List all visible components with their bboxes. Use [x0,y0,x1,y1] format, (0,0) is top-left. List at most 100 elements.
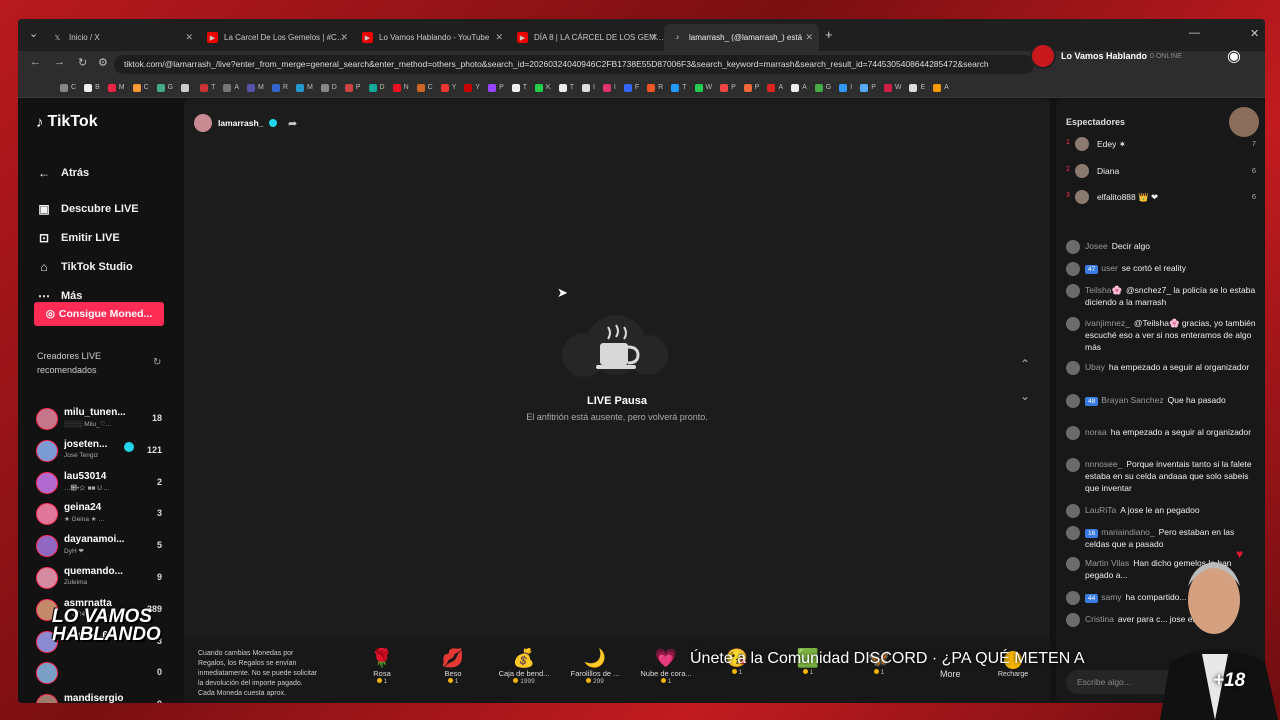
share-icon[interactable]: ➦ [288,117,297,130]
bookmark-item[interactable]: P [488,83,504,92]
creator-item[interactable]: lau53014 …໚•☆ ■■ U ... 2 [36,470,166,496]
bookmark-item[interactable]: I [602,83,616,92]
gift-item[interactable]: 🌙 Farolillos de ... 299 [565,647,625,685]
chat-username[interactable]: LauRiTa [1085,505,1116,515]
creator-item[interactable]: joseten... Jose Tengiz 121 [36,438,166,464]
tab-carcel[interactable]: ▶ La Carcel De Los Gemelos | #C… ✕ [199,24,354,51]
bookmark-item[interactable]: W [883,83,901,92]
chat-username[interactable]: Brayan Sanchez [1101,395,1163,405]
bookmark-item[interactable]: D [368,83,385,92]
url-input[interactable]: tiktok.com/@lamarrash_/live?enter_from_m… [114,55,1034,74]
bookmark-item[interactable]: Y [440,83,456,92]
close-icon[interactable]: ✕ [340,32,348,43]
bookmark-item[interactable]: R [271,83,288,92]
bookmark-item[interactable]: P [743,83,759,92]
close-icon[interactable]: ✕ [185,32,193,43]
creator-item[interactable]: mandisergioMandiSergio0 [36,692,166,703]
close-icon[interactable]: ✕ [805,32,813,43]
bookmark-item[interactable]: T [558,83,574,92]
bookmark-item[interactable]: A [791,83,807,92]
bookmark-item[interactable]: C [132,83,149,92]
get-coins-button[interactable]: ◎ Consigue Moned... [34,302,164,326]
bookmark-item[interactable]: D [320,83,337,92]
bookmark-item[interactable]: P [860,83,876,92]
bookmark-item[interactable]: Y [464,83,480,92]
bookmark-item[interactable]: I [839,83,852,92]
creator-item[interactable]: dayanamoi... DyH ❤ 5 [36,533,166,559]
bookmark-item[interactable]: M [107,83,125,92]
viewer-row[interactable]: 2 Diana 6 [1066,163,1256,180]
creator-item[interactable]: geina24 ★ Geina ★ … 3 [36,501,166,527]
bookmark-item[interactable]: B [84,83,100,92]
chevron-down-icon[interactable]: ⌄ [1020,389,1030,403]
bookmark-item[interactable]: P [720,83,736,92]
creator-item[interactable]: 0 [36,660,166,686]
bookmark-item[interactable]: T [671,83,687,92]
reload-icon[interactable]: ↻ [78,56,87,69]
bookmark-item[interactable]: W [694,83,712,92]
chat-username[interactable]: Teilsha🌸 [1085,285,1122,295]
close-icon[interactable]: ✕ [495,32,503,43]
bookmark-item[interactable]: C [60,83,76,92]
viewer-row[interactable]: 3 elfalito888 👑 ❤ 6 [1066,190,1256,206]
chat-username[interactable]: mariaindiano_ [1101,527,1154,537]
more-gifts-button[interactable]: More [940,669,961,679]
forward-icon[interactable]: → [54,56,65,68]
tab-dia8[interactable]: ▶ DÍA 8 | LA CÁRCEL DE LOS GEM… ✕ [509,24,664,51]
back-icon[interactable]: ← [30,56,41,68]
nav-go-live[interactable]: ⊡ Emitir LIVE [37,231,120,245]
bookmark-item[interactable]: I [581,83,595,92]
nav-discover-live[interactable]: ▣ Descubre LIVE [37,202,138,216]
chevron-up-icon[interactable]: ⌃ [1020,357,1030,371]
host-info[interactable]: lamarrash_ [194,114,278,132]
bookmark-item[interactable]: P [344,83,361,92]
tab-lovamos[interactable]: ▶ Lo Vamos Hablando - YouTube ✕ [354,24,509,51]
chat-username[interactable]: Josee [1085,241,1108,251]
tab-x[interactable]: 𝕏 Inicio / X ✕ [44,24,199,51]
bookmark-item[interactable]: T [511,83,527,92]
bookmark-item[interactable] [181,83,192,92]
bookmark-item[interactable]: G [156,83,173,92]
bookmark-item[interactable]: C [416,83,433,92]
gift-item[interactable]: 💰 Caja de bend... 1999 [494,647,554,685]
site-info-icon[interactable]: ⚙ [98,56,108,69]
refresh-icon[interactable]: ↻ [153,357,161,368]
bookmark-item[interactable]: R [647,83,663,92]
chat-username[interactable]: user [1101,263,1118,273]
chat-username[interactable]: nnnosee_ [1085,459,1122,469]
back-link[interactable]: ← Atrás [37,166,89,180]
profile-avatar[interactable] [1229,107,1259,137]
tab-tiktok[interactable]: ♪ lamarrash_ (@lamarrash_) está ✕ [664,24,819,51]
gift-item[interactable]: 🌹 Rosa 1 [352,647,412,685]
tiktok-logo[interactable]: ♪ TikTok [36,113,98,131]
bookmark-item[interactable]: E [909,83,925,92]
chat-username[interactable]: Ubay [1085,362,1105,372]
chat-username[interactable]: Martin Vilas [1085,558,1129,568]
bookmark-item[interactable]: F [623,83,639,92]
bookmark-item[interactable]: M [295,83,313,92]
chat-username[interactable]: samy [1101,592,1121,602]
bookmark-item[interactable]: N [392,83,409,92]
bookmark-item[interactable]: T [200,83,215,92]
gift-item[interactable]: 💋 Beso 1 [423,647,483,685]
bookmark-item[interactable]: K [535,83,551,92]
tab-search-icon[interactable]: ⌄ [29,27,38,40]
gift-icon: 💋 [441,648,465,668]
nav-tiktok-studio[interactable]: ⌂ TikTok Studio [37,260,132,274]
close-icon[interactable]: ✕ [650,32,658,43]
creator-item[interactable]: quemando... Zuleima 9 [36,565,166,591]
new-tab-button[interactable]: + [825,27,833,42]
bookmark-item[interactable]: G [814,83,831,92]
gift-item[interactable]: 💗 Nube de cora... 1 [636,647,696,685]
bookmark-item[interactable]: A [223,83,239,92]
bookmark-item[interactable]: A [933,83,949,92]
chat-username[interactable]: noraa [1085,427,1107,437]
nav-more[interactable]: ⋯ Más [37,289,82,303]
chat-username[interactable]: ivanjimnez_ [1085,318,1130,328]
creator-item[interactable]: milu_tunen... ░░░░ Milu_♡... 18 [36,406,166,432]
chat-username[interactable]: Cristina [1085,614,1114,624]
bookmark-item[interactable]: M [247,83,264,92]
viewer-row[interactable]: 1 Edey ✶ 7 [1066,137,1256,153]
creator-avatar [36,694,58,703]
bookmark-item[interactable]: A [767,83,783,92]
